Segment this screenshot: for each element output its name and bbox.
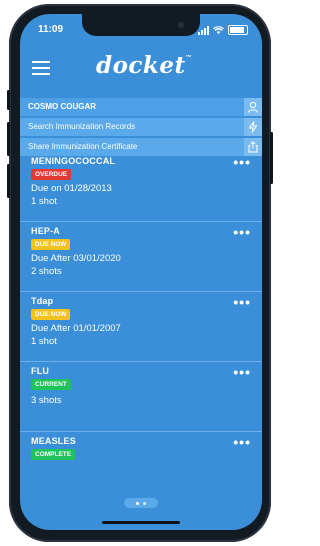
action-bars: COSMO COUGAR Search Immunization Records… [20, 98, 262, 158]
user-name: COSMO COUGAR [28, 102, 96, 111]
app-header: docket™ [20, 50, 262, 88]
more-options-icon[interactable]: ••• [233, 154, 251, 170]
vaccine-name: HEP-A [31, 226, 61, 236]
status-badge: DUE NOW [31, 309, 71, 320]
due-date: Due After 03/01/2020 [31, 253, 121, 264]
logo-text: docket [96, 52, 186, 79]
vaccine-card-hep-a[interactable]: HEP-A ••• DUE NOW Due After 03/01/2020 2… [20, 222, 262, 292]
vaccine-list: MENINGOCOCCAL ••• OVERDUE Due on 01/28/2… [20, 152, 262, 501]
vaccine-card-meningococcal[interactable]: MENINGOCOCCAL ••• OVERDUE Due on 01/28/2… [20, 152, 262, 222]
vaccine-name: MENINGOCOCCAL [31, 156, 116, 166]
status-time: 11:09 [38, 24, 64, 35]
volume-up-button [7, 122, 10, 156]
signal-icon [198, 25, 209, 35]
volume-down-button [7, 164, 10, 198]
vaccine-name: FLU [31, 366, 50, 376]
vaccine-card-tdap[interactable]: Tdap ••• DUE NOW Due After 01/01/2007 1 … [20, 292, 262, 362]
share-certificate-label: Share Immunization Certificate [28, 142, 138, 151]
camera-icon [178, 22, 184, 28]
mute-switch [7, 90, 10, 110]
status-badge: CURRENT [31, 379, 71, 390]
more-options-icon[interactable]: ••• [233, 364, 251, 380]
page-dot [143, 501, 146, 505]
more-options-icon[interactable]: ••• [233, 224, 251, 240]
search-records-label: Search Immunization Records [28, 122, 136, 131]
page-indicator[interactable] [124, 498, 158, 508]
home-indicator[interactable] [102, 521, 180, 524]
status-badge: COMPLETE [31, 449, 76, 460]
shot-count: 3 shots [31, 395, 62, 406]
user-selector[interactable]: COSMO COUGAR [20, 98, 262, 116]
power-button [270, 132, 273, 184]
trademark-symbol: ™ [185, 55, 193, 61]
due-date: Due After 01/01/2007 [31, 323, 121, 334]
shot-count: 2 shots [31, 266, 62, 277]
vaccine-card-flu[interactable]: FLU ••• CURRENT 3 shots [20, 362, 262, 432]
status-badge: DUE NOW [31, 239, 71, 250]
docket-logo: docket™ [96, 52, 192, 79]
app-screen: 11:09 docket™ COSMO COUGAR Search Immuni… [20, 14, 262, 530]
due-date: Due on 01/28/2013 [31, 183, 112, 194]
search-records-button[interactable]: Search Immunization Records [20, 118, 262, 136]
shot-count: 1 shot [31, 196, 57, 207]
vaccine-card-measles[interactable]: MEASLES ••• COMPLETE [20, 432, 262, 501]
status-icons [198, 25, 248, 35]
more-options-icon[interactable]: ••• [233, 434, 251, 450]
battery-icon [228, 25, 248, 35]
hamburger-menu-icon[interactable] [32, 61, 50, 75]
status-badge: OVERDUE [31, 169, 72, 180]
shot-count: 1 shot [31, 336, 57, 347]
vaccine-name: MEASLES [31, 436, 76, 446]
wifi-icon [213, 25, 224, 34]
vaccine-name: Tdap [31, 296, 54, 306]
more-options-icon[interactable]: ••• [233, 294, 251, 310]
lightning-icon [244, 118, 262, 136]
page-dot-active [136, 501, 139, 505]
notch [82, 14, 200, 36]
profile-icon[interactable] [244, 98, 262, 116]
